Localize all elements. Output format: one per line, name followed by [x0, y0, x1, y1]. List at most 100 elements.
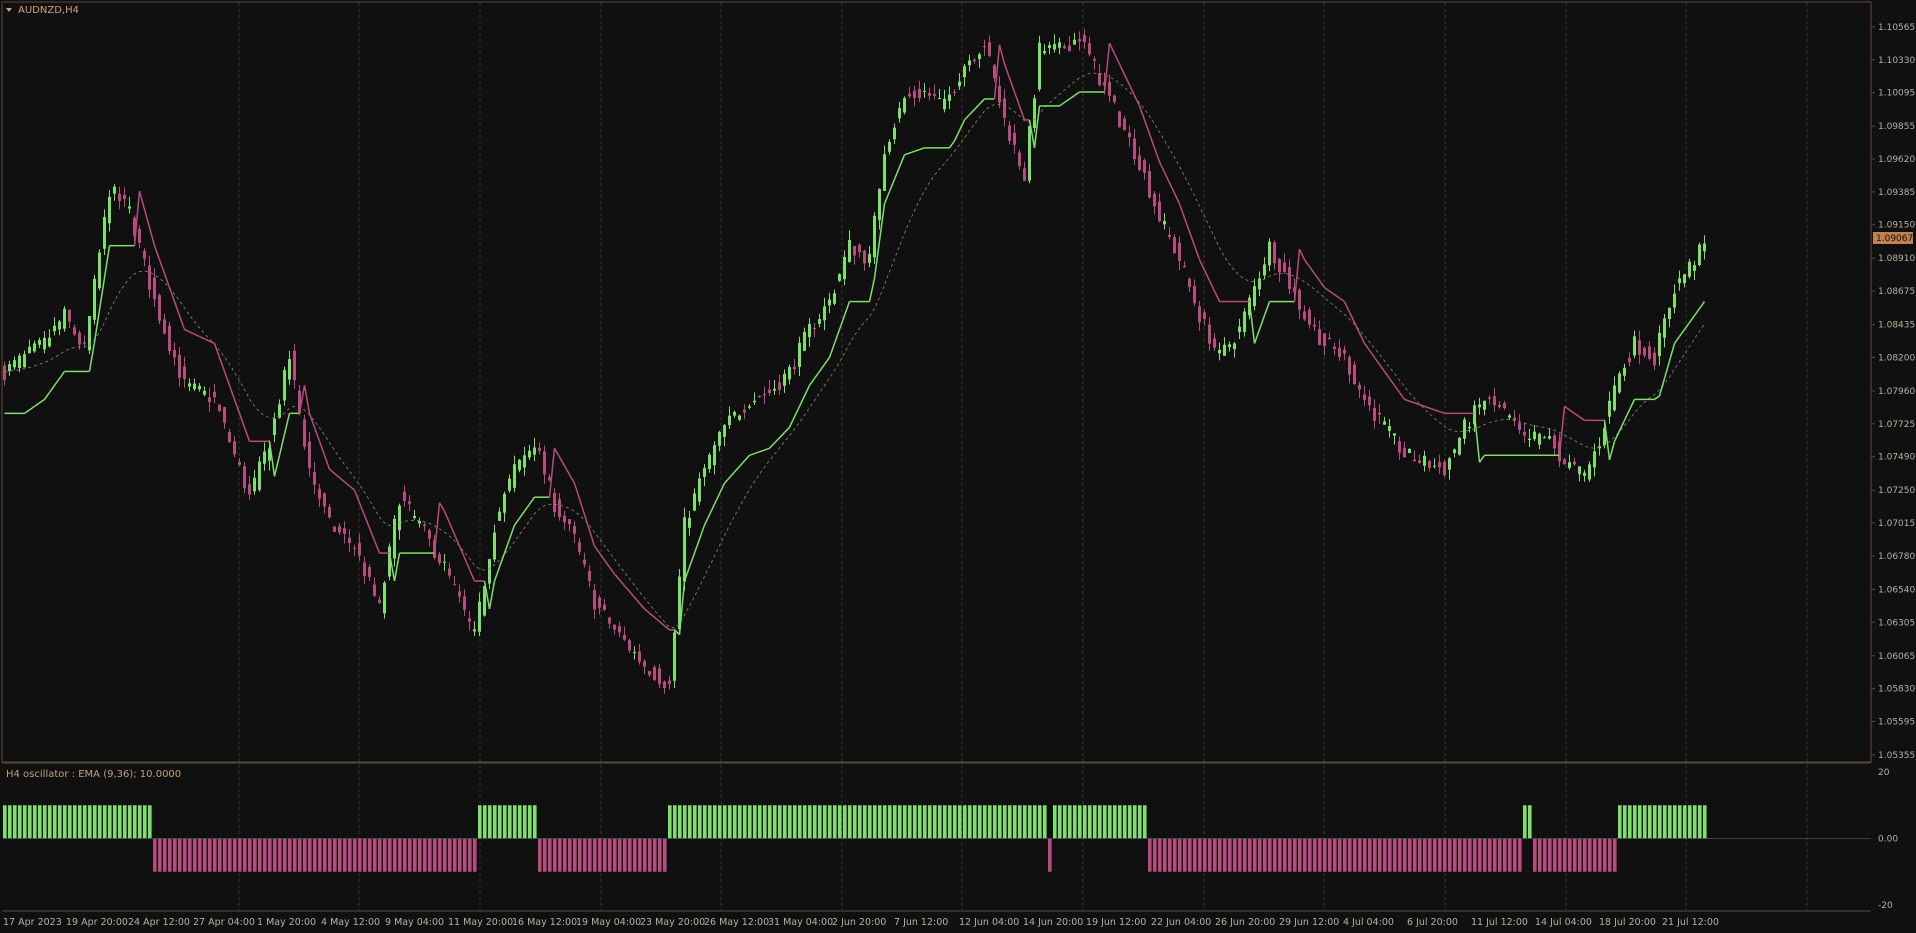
y-tick-label: 1.05595 [1878, 717, 1915, 727]
candle-body [933, 93, 936, 96]
candle-body [18, 355, 21, 369]
oscillator-bar [798, 805, 802, 839]
oscillator-bar [63, 805, 67, 839]
candle-body [1383, 421, 1386, 425]
oscillator-bar [1538, 838, 1542, 872]
candle-body [1368, 396, 1371, 406]
candle-body [688, 517, 691, 528]
oscillator-bar [1208, 838, 1212, 872]
candle-body [238, 461, 241, 466]
candle-body [1088, 43, 1091, 55]
candle-body [1268, 241, 1271, 266]
oscillator-bar [878, 805, 882, 839]
candle-body [1333, 346, 1336, 349]
oscillator-bar [1353, 838, 1357, 872]
oscillator-bar [158, 838, 162, 872]
oscillator-bar [223, 838, 227, 872]
oscillator-bar [543, 838, 547, 872]
oscillator-bar [1543, 838, 1547, 872]
oscillator-bar [118, 805, 122, 839]
oscillator-bar [1488, 838, 1492, 872]
x-tick-label: 18 Jul 20:00 [1599, 917, 1656, 928]
oscillator-bar [538, 838, 542, 872]
candle-body [428, 530, 431, 539]
y-tick-label: 1.07725 [1878, 420, 1915, 430]
candle-body [1693, 265, 1696, 271]
oscillator-bar [38, 805, 42, 839]
chart-window[interactable]: 1.10565 1.10330 1.10095 1.09855 1.09620 1.093… [0, 0, 1916, 933]
oscillator-bar [383, 838, 387, 872]
oscillator-bar [1063, 805, 1067, 839]
candle-body [463, 596, 466, 610]
candle-body [68, 309, 71, 322]
oscillator-bar [1348, 838, 1352, 872]
oscillator-bar [693, 805, 697, 839]
candle-body [1673, 293, 1676, 308]
oscillator-bar [1688, 805, 1692, 839]
candle-body [1078, 39, 1081, 42]
candle-body [593, 590, 596, 610]
candle-body [1198, 306, 1201, 323]
oscillator-bar [1118, 805, 1122, 839]
oscillator-bar [1343, 838, 1347, 872]
oscillator-bar [1273, 838, 1277, 872]
candle-body [778, 382, 781, 390]
y-tick-label: 1.08910 [1878, 254, 1915, 264]
candle-body [1263, 264, 1266, 276]
oscillator-bar [28, 805, 32, 839]
candle-body [618, 626, 621, 633]
y-tick-label: 1.09385 [1878, 188, 1915, 198]
oscillator-bar [358, 838, 362, 872]
oscillator-bar [1338, 838, 1342, 872]
candle-body [653, 667, 656, 681]
oscillator-bar [1138, 805, 1142, 839]
candle-body [1373, 407, 1376, 421]
oscillator-bar [1693, 805, 1697, 839]
candle-body [368, 567, 371, 577]
candle-body [1533, 431, 1536, 440]
candle-body [648, 671, 651, 675]
candle-body [328, 506, 331, 518]
candle-body [728, 415, 731, 426]
candle-body [823, 306, 826, 321]
oscillator-bar [1243, 838, 1247, 872]
candle-body [318, 488, 321, 499]
candle-body [353, 547, 356, 549]
oscillator-bar [98, 805, 102, 839]
oscillator-bar [1468, 838, 1472, 872]
oscillator-bar [903, 805, 907, 839]
oscillator-bar [1003, 805, 1007, 839]
candle-body [193, 383, 196, 390]
candle-body [228, 431, 231, 443]
oscillator-bar [288, 838, 292, 872]
oscillator-bar [1018, 805, 1022, 839]
candle-body [143, 250, 146, 259]
oscillator-bar [788, 805, 792, 839]
oscillator-bar [1593, 838, 1597, 872]
candle-body [253, 477, 256, 492]
oscillator-bar [738, 805, 742, 839]
oscillator-bar [1513, 838, 1517, 872]
candle-body [1123, 118, 1126, 131]
candle-body [1563, 459, 1566, 465]
candle-body [1568, 462, 1571, 468]
oscillator-bar [848, 805, 852, 839]
candle-body [813, 327, 816, 329]
candle-body [563, 515, 566, 523]
candle-body [1443, 461, 1446, 476]
oscillator-bar [808, 805, 812, 839]
oscillator-bar [213, 838, 217, 872]
candle-body [303, 419, 306, 447]
oscillator-bar [1318, 838, 1322, 872]
y-tick-label: 1.08435 [1878, 321, 1915, 331]
oscillator-bar [973, 805, 977, 839]
oscillator-bar [378, 838, 382, 872]
candle-body [28, 346, 31, 354]
oscillator-bar [1638, 805, 1642, 839]
oscillator-bar [133, 805, 137, 839]
oscillator-bar [1428, 838, 1432, 872]
oscillator-bar [1058, 805, 1062, 839]
oscillator-bar [423, 838, 427, 872]
oscillator-bar [818, 805, 822, 839]
oscillator-bar [508, 805, 512, 839]
